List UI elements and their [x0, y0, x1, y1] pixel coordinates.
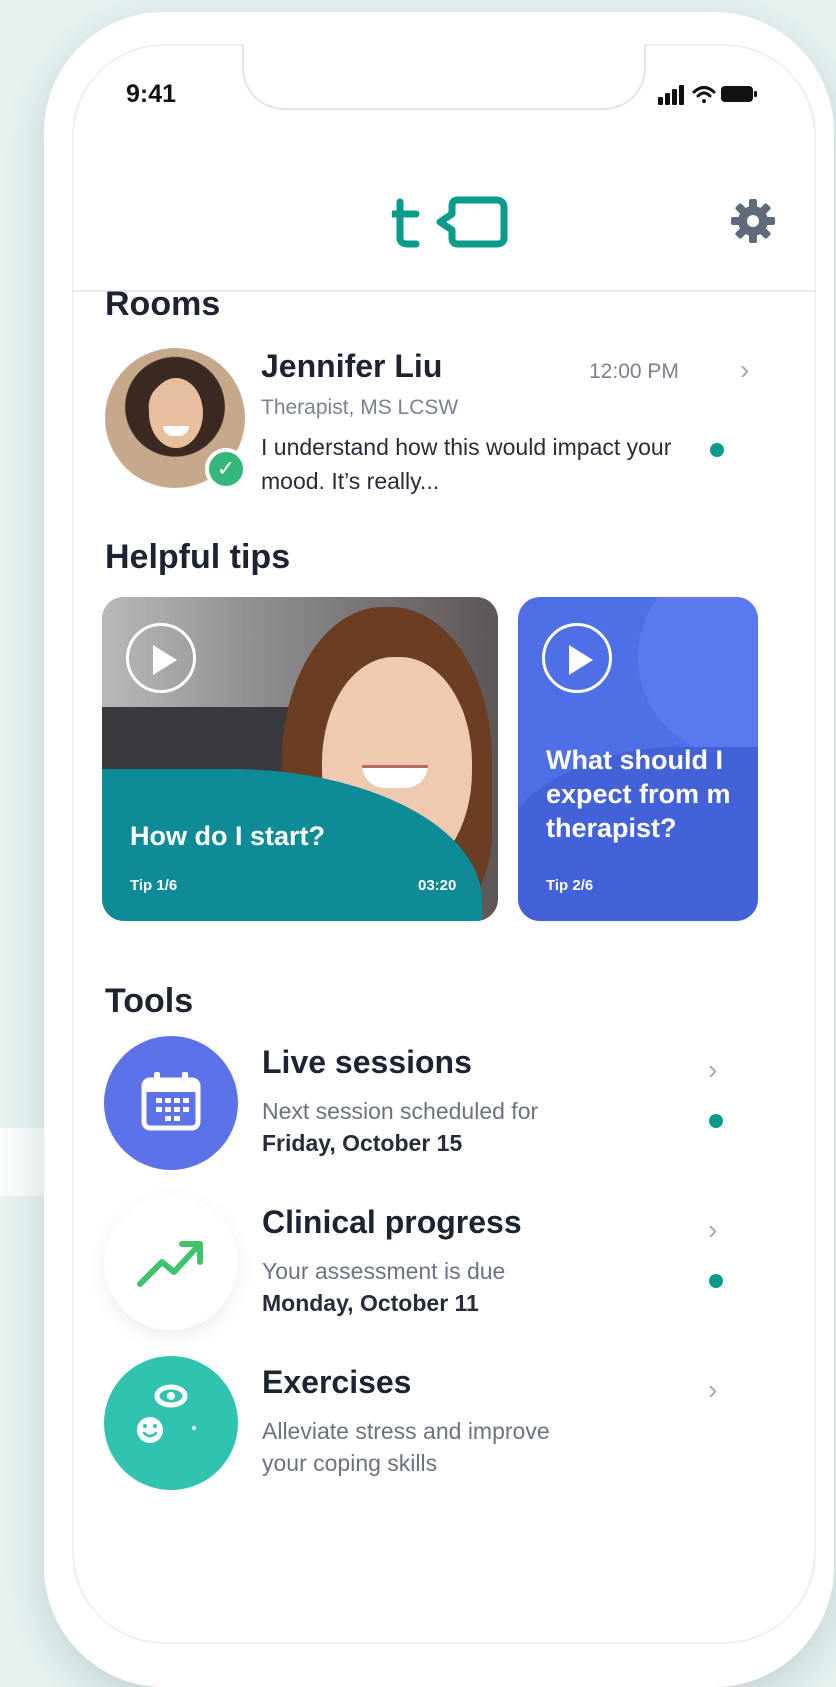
status-icons — [658, 85, 757, 105]
room-time: 12:00 PM — [589, 360, 679, 383]
trend-up-icon — [137, 1241, 203, 1287]
tip-card-1[interactable]: How do I start? Tip 1/6 03:20 — [102, 597, 498, 921]
app-header — [72, 140, 816, 292]
signal-icon — [658, 85, 684, 105]
tip-title-line: What should I — [546, 745, 723, 775]
tool-description: Alleviate stress and improve — [262, 1418, 550, 1444]
battery-icon — [721, 86, 757, 102]
notch — [242, 44, 646, 110]
tip-title-line: expect from m — [546, 779, 731, 809]
tool-detail: your coping skills — [262, 1450, 438, 1476]
tool-name: Live sessions — [262, 1044, 472, 1080]
tool-clinical-progress[interactable]: Clinical progress Your assessment is due… — [104, 1196, 744, 1336]
chevron-right-icon: › — [708, 1374, 718, 1405]
tip-title: What should I expect from m therapist? — [546, 743, 731, 845]
rooms-title: Rooms — [105, 285, 221, 323]
tool-live-sessions[interactable]: Live sessions Next session scheduled for… — [104, 1036, 744, 1176]
play-icon[interactable] — [126, 623, 196, 693]
tool-exercises[interactable]: Exercises Alleviate stress and improve y… — [104, 1356, 744, 1496]
unread-dot — [710, 443, 724, 457]
play-icon[interactable] — [542, 623, 612, 693]
chevron-right-icon: › — [740, 354, 750, 385]
room-name: Jennifer Liu — [261, 348, 443, 384]
tool-description: Next session scheduled for — [262, 1098, 539, 1124]
tip-number: Tip 2/6 — [546, 877, 594, 894]
status-time: 9:41 — [126, 80, 177, 108]
wifi-icon — [692, 86, 716, 103]
tip-title-line: therapist? — [546, 813, 677, 843]
talkspace-logo-icon[interactable] — [392, 192, 512, 252]
room-last-message: I understand how this would impact your … — [261, 434, 672, 494]
room-role: Therapist, MS LCSW — [261, 396, 459, 419]
tool-description: Your assessment is due — [262, 1258, 506, 1284]
tool-name: Clinical progress — [262, 1204, 522, 1240]
tool-detail: Monday, October 11 — [262, 1290, 479, 1316]
avatar-face — [149, 378, 203, 448]
gear-icon[interactable] — [728, 196, 778, 246]
unread-dot — [709, 1114, 723, 1128]
chevron-right-icon: › — [708, 1054, 718, 1085]
tool-detail: Friday, October 15 — [262, 1130, 463, 1156]
chevron-right-icon: › — [708, 1214, 718, 1245]
tip-title: How do I start? — [130, 821, 325, 851]
tools-title: Tools — [105, 982, 194, 1020]
tip-number: Tip 1/6 — [130, 877, 178, 894]
tool-icon-circle — [104, 1196, 238, 1330]
tip-card-2[interactable]: What should I expect from m therapist? T… — [518, 597, 758, 921]
calendar-icon — [141, 1072, 201, 1131]
tool-icon-circle — [104, 1356, 238, 1490]
mindfulness-icon — [137, 1384, 201, 1444]
tip-overlay-shape — [638, 597, 758, 757]
tool-icon-circle — [104, 1036, 238, 1170]
tip-duration: 03:20 — [418, 877, 457, 894]
unread-dot — [709, 1274, 723, 1288]
helpful-tips-title: Helpful tips — [105, 538, 291, 576]
tool-name: Exercises — [262, 1364, 412, 1400]
online-check-icon: ✓ — [205, 448, 247, 490]
room-item-jennifer-liu[interactable]: ✓ Jennifer Liu 12:00 PM › Therapist, MS … — [105, 348, 795, 508]
